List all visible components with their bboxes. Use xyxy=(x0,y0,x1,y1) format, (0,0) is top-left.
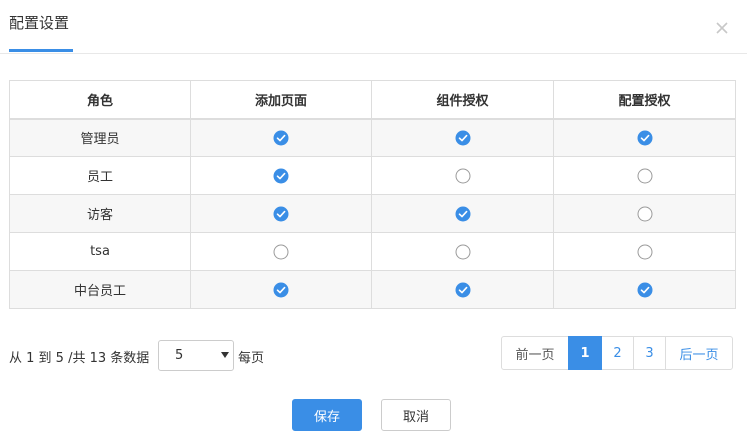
permission-cell-add-page xyxy=(190,270,372,309)
permission-cell-component-auth xyxy=(371,156,554,195)
checked-circle-icon[interactable] xyxy=(637,282,653,298)
record-count-info: 从 1 到 5 /共 13 条数据 xyxy=(9,351,150,366)
role-name-cell: 访客 xyxy=(9,194,191,233)
permission-cell-component-auth xyxy=(371,118,554,157)
permission-cell-config-auth xyxy=(553,270,736,309)
permission-cell-add-page xyxy=(190,194,372,233)
permission-cell-add-page xyxy=(190,232,372,271)
permission-table: 角色 添加页面 组件授权 配置授权 管理员 员工 访客 tsa 中台员工 xyxy=(9,80,736,309)
page-button-1[interactable]: 1 xyxy=(568,336,602,370)
checked-circle-icon[interactable] xyxy=(273,168,289,184)
permission-cell-component-auth xyxy=(371,270,554,309)
permission-cell-component-auth xyxy=(371,232,554,271)
permission-cell-config-auth xyxy=(553,118,736,157)
unchecked-circle-icon[interactable] xyxy=(273,244,289,260)
table-row: 管理员 xyxy=(9,118,736,157)
table-row: 中台员工 xyxy=(9,270,736,309)
prev-page-button[interactable]: 前一页 xyxy=(501,336,569,370)
unchecked-circle-icon[interactable] xyxy=(455,168,471,184)
column-header-add-page: 添加页面 xyxy=(190,80,372,120)
save-button[interactable]: 保存 xyxy=(292,399,362,431)
role-name-cell: 员工 xyxy=(9,156,191,195)
close-icon[interactable] xyxy=(714,20,730,36)
role-name-cell: 管理员 xyxy=(9,118,191,157)
checked-circle-icon[interactable] xyxy=(637,130,653,146)
permission-cell-add-page xyxy=(190,156,372,195)
checked-circle-icon[interactable] xyxy=(273,206,289,222)
cancel-button[interactable]: 取消 xyxy=(381,399,451,431)
column-header-component-auth: 组件授权 xyxy=(371,80,554,120)
checked-circle-icon[interactable] xyxy=(273,282,289,298)
unchecked-circle-icon[interactable] xyxy=(455,244,471,260)
permission-cell-component-auth xyxy=(371,194,554,233)
page-size-select[interactable]: 5 xyxy=(158,340,234,371)
column-header-config-auth: 配置授权 xyxy=(553,80,736,120)
page-button-3[interactable]: 3 xyxy=(633,336,666,370)
table-header-row: 角色 添加页面 组件授权 配置授权 xyxy=(9,80,736,120)
table-row: tsa xyxy=(9,232,736,271)
column-header-role: 角色 xyxy=(9,80,191,120)
permission-cell-config-auth xyxy=(553,156,736,195)
next-page-button[interactable]: 后一页 xyxy=(665,336,733,370)
checked-circle-icon[interactable] xyxy=(455,206,471,222)
pagination: 前一页 1 2 3 后一页 xyxy=(501,336,733,370)
role-name-cell: tsa xyxy=(9,232,191,271)
role-name-cell: 中台员工 xyxy=(9,270,191,309)
permission-cell-config-auth xyxy=(553,232,736,271)
permission-cell-config-auth xyxy=(553,194,736,233)
checked-circle-icon[interactable] xyxy=(455,282,471,298)
tab-active-indicator xyxy=(9,49,73,52)
checked-circle-icon[interactable] xyxy=(273,130,289,146)
unchecked-circle-icon[interactable] xyxy=(637,168,653,184)
checked-circle-icon[interactable] xyxy=(455,130,471,146)
unchecked-circle-icon[interactable] xyxy=(637,206,653,222)
tab-config-settings[interactable]: 配置设置 xyxy=(9,12,69,33)
dialog-header: 配置设置 xyxy=(0,0,747,54)
unchecked-circle-icon[interactable] xyxy=(637,244,653,260)
permission-cell-add-page xyxy=(190,118,372,157)
page-button-2[interactable]: 2 xyxy=(601,336,634,370)
table-row: 员工 xyxy=(9,156,736,195)
page-size-value: 5 xyxy=(175,348,184,363)
per-page-label: 每页 xyxy=(238,351,265,366)
caret-down-icon xyxy=(221,352,229,358)
table-row: 访客 xyxy=(9,194,736,233)
